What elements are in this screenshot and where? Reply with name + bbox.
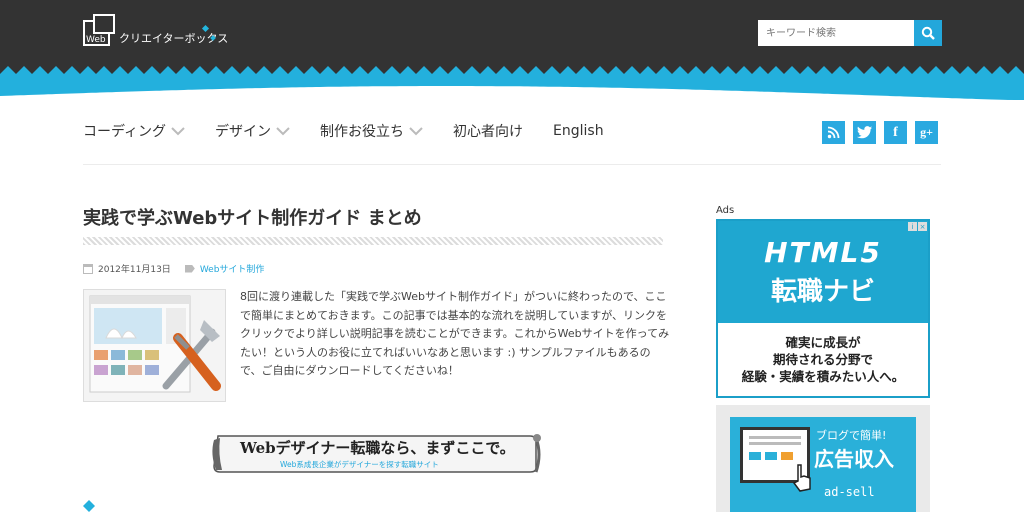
site-header: Web クリエイターボックス xyxy=(0,0,1024,110)
ads-label: Ads xyxy=(716,205,735,216)
search-button[interactable] xyxy=(914,20,942,46)
article-thumbnail[interactable] xyxy=(83,289,226,402)
main-nav: コーディング デザイン 制作お役立ち 初心者向け English xyxy=(83,120,634,142)
facebook-button[interactable]: f xyxy=(884,121,907,144)
banner-sub-text: Web系成長企業がデザイナーを探す転職サイト xyxy=(280,460,439,469)
social-links: f g+ xyxy=(822,121,946,144)
ad2-tagline: ブログで簡単! xyxy=(816,429,887,442)
banner-main-text: Webデザイナー転職なら、まずここで。 xyxy=(240,439,515,457)
ad1-copy-1: 確実に成長が xyxy=(785,335,861,350)
chevron-down-icon xyxy=(276,127,290,136)
nav-item-label: English xyxy=(553,123,604,139)
ad1-headline: HTML5 xyxy=(764,236,882,269)
close-icon[interactable]: × xyxy=(918,222,927,231)
ad1-copy-2: 期待される分野で xyxy=(772,352,873,367)
nav-item-design[interactable]: デザイン xyxy=(215,121,290,141)
nav-item-label: 制作お役立ち xyxy=(320,124,405,140)
site-logo[interactable]: Web クリエイターボックス xyxy=(83,14,228,48)
nav-item-english[interactable]: English xyxy=(553,123,604,139)
job-banner-ad[interactable]: Webデザイナー転職なら、まずここで。 Web系成長企業がデザイナーを探す転職サ… xyxy=(210,432,545,474)
article-excerpt: 8回に渡り連載した「実践で学ぶWebサイト制作ガイド」がついに終わったので、ここ… xyxy=(240,290,670,377)
nav-item-tips[interactable]: 制作お役立ち xyxy=(320,121,423,141)
twitter-button[interactable] xyxy=(853,121,876,144)
ad-sell-ad[interactable]: ブログで簡単! 広告収入 ad-sell xyxy=(716,405,930,512)
ad1-copy-3: 経験・実績を積みたい人へ。 xyxy=(741,369,905,384)
google-plus-icon: g+ xyxy=(920,125,933,139)
nav-divider xyxy=(83,164,941,165)
nav-item-label: コーディング xyxy=(83,124,167,140)
calendar-icon xyxy=(83,263,93,274)
tag-icon xyxy=(184,264,195,273)
logo-web-text: Web xyxy=(86,35,106,45)
chevron-down-icon xyxy=(171,127,185,136)
thumbnail-illustration xyxy=(84,290,225,401)
nav-item-label: 初心者向け xyxy=(453,124,524,140)
facebook-icon: f xyxy=(893,124,898,140)
twitter-icon xyxy=(857,126,872,139)
rss-button[interactable] xyxy=(822,121,845,144)
adchoices-badge[interactable]: i × xyxy=(907,222,927,231)
ad1-subheadline: 転職ナビ xyxy=(770,277,875,307)
chevron-down-icon xyxy=(409,127,423,136)
section-deco-icon xyxy=(83,500,95,512)
ad2-brand: ad-sell xyxy=(824,485,875,499)
search-form xyxy=(758,20,942,46)
logo-mark: Web xyxy=(83,14,117,48)
search-icon xyxy=(921,26,935,40)
nav-item-coding[interactable]: コーディング xyxy=(83,121,185,141)
search-input[interactable] xyxy=(758,20,914,46)
nav-item-beginners[interactable]: 初心者向け xyxy=(453,121,523,141)
rss-icon xyxy=(827,126,840,139)
title-underline-stripes xyxy=(83,237,663,245)
nav-item-label: デザイン xyxy=(215,124,272,140)
cursor-hand-icon xyxy=(792,464,811,492)
ad2-headline: 広告収入 xyxy=(814,447,894,471)
article-meta: 2012年11月13日 Webサイト制作 xyxy=(83,262,264,275)
article-date: 2012年11月13日 xyxy=(98,265,171,275)
adchoices-icon: i xyxy=(908,222,917,231)
html5-job-ad[interactable]: HTML5 転職ナビ 確実に成長が 期待される分野で 経験・実績を積みたい人へ。… xyxy=(716,219,930,398)
google-plus-button[interactable]: g+ xyxy=(915,121,938,144)
article-title[interactable]: 実践で学ぶWebサイト制作ガイド まとめ xyxy=(83,204,422,230)
article-category-link[interactable]: Webサイト制作 xyxy=(200,262,265,275)
